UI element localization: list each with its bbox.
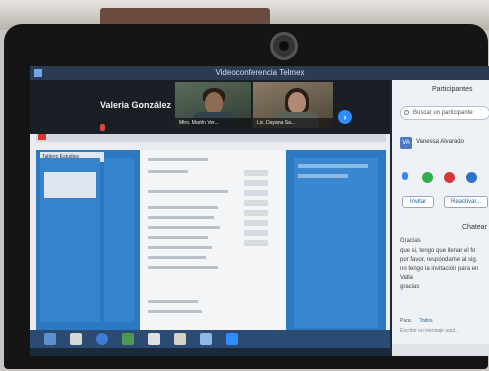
participants-title: Participantes bbox=[432, 86, 473, 93]
modal-action-chip[interactable] bbox=[244, 230, 268, 236]
window-title: Videoconferencia Telmex bbox=[215, 68, 305, 77]
board-canvas: Tablero Estudios bbox=[36, 150, 386, 330]
search-placeholder: Buscar un participante bbox=[413, 110, 473, 116]
windows-start-icon[interactable] bbox=[44, 333, 56, 345]
person-face bbox=[288, 92, 306, 113]
chat-to-label: Para: bbox=[400, 318, 412, 324]
video-tile-label: Mtro. Martín Ver... bbox=[175, 118, 251, 128]
participant-name: Vanessa Alvarado bbox=[416, 139, 464, 145]
modal-line bbox=[148, 256, 206, 259]
taskbar-app-icon[interactable] bbox=[200, 333, 212, 345]
modal-line bbox=[148, 300, 198, 303]
self-video-name: Valeria González bbox=[100, 100, 172, 110]
shared-screen: Tablero Estudios bbox=[30, 134, 390, 330]
chat-message: por favor, respóndame al sig. bbox=[400, 257, 478, 263]
chat-message: Valla bbox=[400, 275, 413, 281]
modal-line bbox=[148, 190, 228, 193]
card-detail-modal bbox=[140, 150, 286, 330]
app-logo-icon bbox=[34, 69, 42, 77]
modal-line bbox=[148, 310, 202, 313]
chat-message-input[interactable]: Escribir un mensaje aquí... bbox=[400, 328, 459, 334]
browser-tab-bar bbox=[36, 134, 386, 142]
board-card bbox=[44, 172, 96, 198]
person-face bbox=[205, 92, 223, 114]
participant-row[interactable]: VA Vanessa Alvarado bbox=[400, 136, 489, 150]
modal-action-chip[interactable] bbox=[244, 240, 268, 246]
modal-line bbox=[148, 170, 188, 173]
modal-line bbox=[148, 158, 208, 161]
search-icon bbox=[404, 110, 409, 115]
modal-sidebar bbox=[244, 170, 274, 280]
excel-icon[interactable] bbox=[122, 333, 134, 345]
unmute-all-button[interactable]: Reactivar... bbox=[444, 196, 488, 208]
arrow-icon[interactable] bbox=[466, 172, 477, 183]
taskbar-app-icon[interactable] bbox=[70, 333, 82, 345]
modal-action-chip[interactable] bbox=[244, 200, 268, 206]
webcam-icon bbox=[270, 32, 298, 60]
modal-line bbox=[148, 246, 212, 249]
video-tile[interactable]: Mtro. Martín Ver... bbox=[175, 82, 251, 128]
laptop-screen: Videoconferencia Telmex Valeria González… bbox=[30, 66, 489, 356]
board-column-right bbox=[294, 158, 378, 328]
chat-message: Gracias bbox=[400, 238, 421, 244]
muted-mic-icon bbox=[100, 124, 105, 131]
browser-icon[interactable] bbox=[96, 333, 108, 345]
videoconference-app-icon[interactable] bbox=[226, 333, 238, 345]
video-tile-label: Lic. Dayana Sa... bbox=[253, 118, 333, 128]
participant-search-input[interactable]: Buscar un participante bbox=[400, 106, 489, 120]
next-page-button[interactable]: › bbox=[338, 110, 352, 124]
chat-recipient-dropdown[interactable]: Todos bbox=[419, 318, 432, 324]
chat-recipient-row: Para: Todos bbox=[400, 318, 433, 324]
chat-message: que si, tengo que llenar el fo bbox=[400, 248, 476, 254]
window-titlebar: Videoconferencia Telmex bbox=[30, 66, 489, 80]
modal-action-chip[interactable] bbox=[244, 180, 268, 186]
modal-line bbox=[148, 216, 214, 219]
avatar: VA bbox=[400, 137, 412, 149]
chat-title: Chatear bbox=[462, 224, 487, 231]
modal-action-chip[interactable] bbox=[244, 190, 268, 196]
modal-line bbox=[148, 236, 208, 239]
chat-message: no tengo la invitación para en bbox=[400, 266, 479, 272]
panel-footer bbox=[392, 344, 489, 356]
modal-action-chip[interactable] bbox=[244, 220, 268, 226]
mic-icon[interactable] bbox=[402, 172, 408, 180]
participants-panel: Participantes Buscar un participante VA … bbox=[392, 80, 489, 344]
video-strip: Valeria González Mtro. Martín Ver... Lic… bbox=[30, 80, 390, 142]
chat-message: gracias bbox=[400, 284, 420, 290]
column-header-bar bbox=[298, 164, 368, 168]
close-icon[interactable] bbox=[444, 172, 455, 183]
modal-line bbox=[148, 226, 220, 229]
invite-button[interactable]: Invitar bbox=[402, 196, 434, 208]
modal-action-chip[interactable] bbox=[244, 210, 268, 216]
taskbar-app-icon[interactable] bbox=[174, 333, 186, 345]
board-column bbox=[40, 158, 100, 322]
check-icon[interactable] bbox=[422, 172, 433, 183]
sharing-indicator-icon bbox=[38, 134, 46, 140]
modal-line bbox=[148, 266, 218, 269]
column-header-bar bbox=[298, 174, 348, 178]
modal-action-chip[interactable] bbox=[244, 170, 268, 176]
modal-line bbox=[148, 206, 218, 209]
board-column bbox=[104, 158, 134, 322]
taskbar-app-icon[interactable] bbox=[148, 333, 160, 345]
video-tile[interactable]: Lic. Dayana Sa... bbox=[253, 82, 333, 128]
windows-taskbar bbox=[30, 330, 390, 348]
